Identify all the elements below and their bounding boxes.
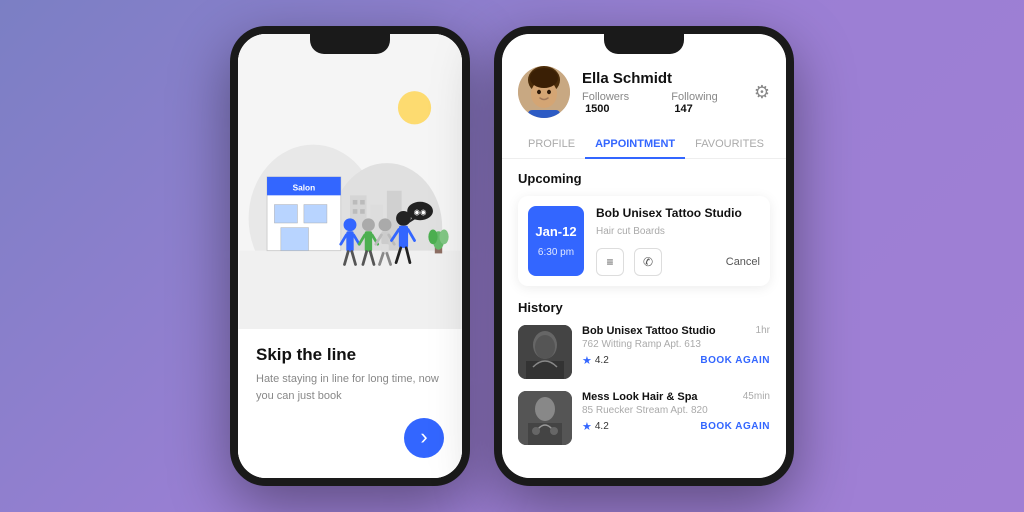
profile-stats: Followers 1500 Following 147 bbox=[582, 91, 742, 115]
svg-text:◉◉: ◉◉ bbox=[414, 208, 427, 217]
profile-body: Upcoming Jan-12 6:30 pm Bob Unisex Tatto… bbox=[502, 159, 786, 478]
phone-2: Ella Schmidt Followers 1500 Following 14… bbox=[494, 26, 794, 486]
profile-header: Ella Schmidt Followers 1500 Following 14… bbox=[502, 58, 786, 130]
profile-info: Ella Schmidt Followers 1500 Following 14… bbox=[582, 70, 742, 115]
svg-text:Salon: Salon bbox=[293, 183, 316, 193]
history-info-2: Mess Look Hair & Spa 45min 85 Ruecker St… bbox=[582, 391, 770, 433]
call-button[interactable]: ✆ bbox=[634, 248, 662, 276]
history-item-2: Mess Look Hair & Spa 45min 85 Ruecker St… bbox=[518, 391, 770, 445]
tab-profile[interactable]: PROFILE bbox=[518, 130, 585, 158]
appointment-actions: ≡ ✆ Cancel bbox=[596, 248, 760, 276]
phone-1: Salon bbox=[230, 26, 470, 486]
profile-tabs: PROFILE APPOINTMENT FAVOURITES bbox=[502, 130, 786, 159]
history-thumb-1 bbox=[518, 325, 572, 379]
tab-appointment[interactable]: APPOINTMENT bbox=[585, 130, 685, 158]
date-box: Jan-12 6:30 pm bbox=[528, 206, 584, 276]
history-address-1: 762 Witting Ramp Apt. 613 bbox=[582, 339, 770, 350]
next-button[interactable] bbox=[404, 418, 444, 458]
phone1-text-section: Skip the line Hate staying in line for l… bbox=[238, 329, 462, 478]
appointment-business: Bob Unisex Tattoo Studio bbox=[596, 206, 760, 220]
phone1-title: Skip the line bbox=[256, 345, 444, 365]
history-rating-1: ★ 4.2 bbox=[582, 354, 609, 367]
phone1-subtitle: Hate staying in line for long time, now … bbox=[256, 371, 444, 404]
star-icon-2: ★ bbox=[582, 420, 592, 433]
reschedule-button[interactable]: ≡ bbox=[596, 248, 624, 276]
history-title: History bbox=[518, 300, 770, 315]
history-info-1: Bob Unisex Tattoo Studio 1hr 762 Witting… bbox=[582, 325, 770, 367]
history-name-1: Bob Unisex Tattoo Studio bbox=[582, 325, 750, 337]
history-thumb-2 bbox=[518, 391, 572, 445]
profile-name: Ella Schmidt bbox=[582, 70, 742, 87]
followers-label: Followers 1500 bbox=[582, 91, 659, 115]
star-icon-1: ★ bbox=[582, 354, 592, 367]
tab-favourites[interactable]: FAVOURITES bbox=[685, 130, 774, 158]
history-address-2: 85 Ruecker Stream Apt. 820 bbox=[582, 405, 770, 416]
history-item-1: Bob Unisex Tattoo Studio 1hr 762 Witting… bbox=[518, 325, 770, 379]
avatar bbox=[518, 66, 570, 118]
illustration-area: Salon bbox=[238, 34, 462, 329]
book-again-button-2[interactable]: BOOK AGAIN bbox=[700, 421, 770, 432]
settings-icon[interactable]: ⚙ bbox=[754, 82, 770, 103]
appointment-time: 6:30 pm bbox=[538, 247, 574, 258]
following-label: Following 147 bbox=[671, 91, 742, 115]
appointment-date: Jan-12 bbox=[535, 224, 576, 239]
appointment-info: Bob Unisex Tattoo Studio Hair cut Boards… bbox=[596, 206, 760, 276]
history-duration-1: 1hr bbox=[756, 325, 770, 336]
history-rating-2: ★ 4.2 bbox=[582, 420, 609, 433]
cancel-button[interactable]: Cancel bbox=[726, 256, 760, 268]
upcoming-title: Upcoming bbox=[518, 171, 770, 186]
book-again-button-1[interactable]: BOOK AGAIN bbox=[700, 355, 770, 366]
history-duration-2: 45min bbox=[743, 391, 770, 402]
history-name-2: Mess Look Hair & Spa bbox=[582, 391, 737, 403]
appointment-card: Jan-12 6:30 pm Bob Unisex Tattoo Studio … bbox=[518, 196, 770, 286]
appointment-services: Hair cut Boards bbox=[596, 226, 760, 237]
